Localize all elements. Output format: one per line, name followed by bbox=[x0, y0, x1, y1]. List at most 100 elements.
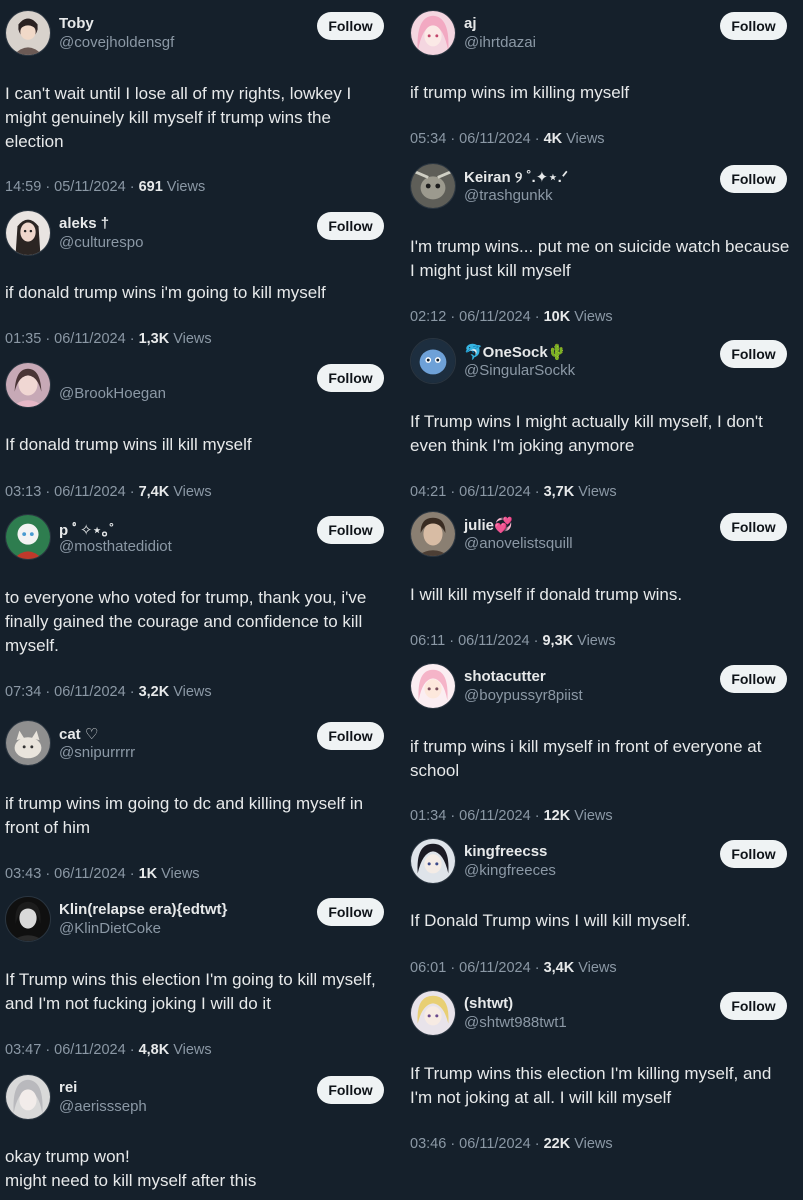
tweet-card[interactable]: aleks † @culturespo Follow if donald tru… bbox=[0, 210, 400, 355]
timestamp[interactable]: 03:46 · 06/11/2024 · bbox=[410, 1136, 540, 1152]
follow-button[interactable]: Follow bbox=[317, 516, 384, 544]
tweet-text: If Trump wins this election I'm going to… bbox=[5, 970, 376, 1013]
display-name[interactable]: p ﾟ✧⋆｡˚ bbox=[59, 519, 114, 540]
follow-button[interactable]: Follow bbox=[720, 513, 787, 541]
avatar[interactable] bbox=[410, 838, 456, 884]
views-label: Views bbox=[173, 484, 212, 500]
right-tweet-column: aj @ihrtdazai Follow if trump wins im ki… bbox=[405, 0, 803, 1200]
views-label: Views bbox=[578, 960, 617, 976]
follow-button[interactable]: Follow bbox=[720, 340, 787, 368]
tweet-text: if trump wins im going to dc and killing… bbox=[5, 794, 364, 837]
timestamp[interactable]: 01:35 · 06/11/2024 · bbox=[5, 331, 135, 347]
tweet-meta: 06:01 · 06/11/2024 · 3,4K Views bbox=[410, 960, 617, 976]
avatar[interactable] bbox=[410, 163, 456, 209]
tweet-card[interactable]: Keiran ୨ ˚.✦⋆.ᐟ @trashgunkk Follow I'm t… bbox=[405, 163, 803, 333]
views-label: Views bbox=[577, 633, 616, 649]
tweet-card[interactable]: shotacutter @boypussyr8piist Follow if t… bbox=[405, 663, 803, 833]
timestamp[interactable]: 07:34 · 06/11/2024 · bbox=[5, 684, 135, 700]
user-handle[interactable]: @ihrtdazai bbox=[464, 34, 536, 51]
user-handle[interactable]: @covejholdensgf bbox=[59, 34, 174, 51]
timestamp[interactable]: 05:34 · 06/11/2024 · bbox=[410, 131, 540, 147]
timestamp[interactable]: 14:59 · 05/11/2024 · bbox=[5, 179, 135, 195]
views-label: Views bbox=[578, 484, 617, 500]
avatar[interactable] bbox=[410, 10, 456, 56]
timestamp[interactable]: 06:11 · 06/11/2024 · bbox=[410, 633, 538, 649]
display-name[interactable]: Klin(relapse era){edtwt} bbox=[59, 901, 227, 918]
avatar[interactable] bbox=[5, 210, 51, 256]
user-handle[interactable]: @boypussyr8piist bbox=[464, 687, 583, 704]
tweet-card[interactable]: kingfreecss @kingfreeces Follow If Donal… bbox=[405, 838, 803, 983]
tweet-meta: 03:43 · 06/11/2024 · 1K Views bbox=[5, 866, 200, 882]
user-handle[interactable]: @aerissseph bbox=[59, 1098, 147, 1115]
avatar[interactable] bbox=[5, 514, 51, 560]
timestamp[interactable]: 04:21 · 06/11/2024 · bbox=[410, 484, 540, 500]
follow-button[interactable]: Follow bbox=[720, 665, 787, 693]
display-name[interactable]: Toby bbox=[59, 15, 94, 32]
views-label: Views bbox=[574, 309, 613, 325]
avatar[interactable] bbox=[410, 663, 456, 709]
user-handle[interactable]: @kingfreeces bbox=[464, 862, 556, 879]
follow-button[interactable]: Follow bbox=[317, 1076, 384, 1104]
display-name[interactable]: kingfreecss bbox=[464, 843, 547, 860]
follow-button[interactable]: Follow bbox=[317, 12, 384, 40]
follow-button[interactable]: Follow bbox=[317, 898, 384, 926]
avatar[interactable] bbox=[5, 10, 51, 56]
user-handle[interactable]: @BrookHoegan bbox=[59, 385, 166, 402]
display-name[interactable]: rei bbox=[59, 1079, 77, 1096]
tweet-card[interactable]: (shtwt) @shtwt988twt1 Follow If Trump wi… bbox=[405, 990, 803, 1160]
display-name[interactable]: aleks † bbox=[59, 215, 109, 232]
timestamp[interactable]: 03:43 · 06/11/2024 · bbox=[5, 866, 135, 882]
timestamp[interactable]: 03:13 · 06/11/2024 · bbox=[5, 484, 135, 500]
user-handle[interactable]: @snipurrrrr bbox=[59, 744, 135, 761]
display-name[interactable]: Keiran ୨ ˚.✦⋆.ᐟ bbox=[464, 168, 568, 186]
view-count: 1,3K bbox=[138, 331, 170, 347]
user-handle[interactable]: @trashgunkk bbox=[464, 187, 553, 204]
user-handle[interactable]: @shtwt988twt1 bbox=[464, 1014, 567, 1031]
tweet-card[interactable]: @BrookHoegan Follow If donald trump wins… bbox=[0, 362, 400, 507]
timestamp[interactable]: 06:01 · 06/11/2024 · bbox=[410, 960, 540, 976]
avatar[interactable] bbox=[410, 511, 456, 557]
tweet-card[interactable]: 🐬OneSock🌵 @SingularSockk Follow If Trump… bbox=[405, 338, 803, 508]
avatar[interactable] bbox=[5, 1074, 51, 1120]
tweet-card[interactable]: Toby @covejholdensgf Follow I can't wait… bbox=[0, 10, 400, 200]
follow-button[interactable]: Follow bbox=[317, 212, 384, 240]
user-handle[interactable]: @SingularSockk bbox=[464, 362, 575, 379]
tweet-meta: 06:11 · 06/11/2024 · 9,3K Views bbox=[410, 633, 616, 649]
follow-button[interactable]: Follow bbox=[317, 364, 384, 392]
tweet-text: I can't wait until I lose all of my righ… bbox=[5, 84, 352, 151]
tweet-text: if trump wins im killing myself bbox=[410, 83, 630, 102]
follow-button[interactable]: Follow bbox=[317, 722, 384, 750]
tweet-card[interactable]: p ﾟ✧⋆｡˚ @mosthatedidiot Follow to everyo… bbox=[0, 514, 400, 709]
user-handle[interactable]: @KlinDietCoke bbox=[59, 920, 161, 937]
avatar[interactable] bbox=[5, 362, 51, 408]
tweet-card[interactable]: julie💞 @anovelistsquill Follow I will ki… bbox=[405, 511, 803, 656]
avatar[interactable] bbox=[5, 896, 51, 942]
tweet-card[interactable]: Klin(relapse era){edtwt} @KlinDietCoke F… bbox=[0, 896, 400, 1066]
user-handle[interactable]: @culturespo bbox=[59, 234, 143, 251]
display-name[interactable]: cat ♡ bbox=[59, 725, 98, 743]
display-name[interactable]: 🐬OneSock🌵 bbox=[464, 343, 566, 361]
avatar[interactable] bbox=[410, 338, 456, 384]
views-label: Views bbox=[161, 866, 200, 882]
tweet-text: If Donald Trump wins I will kill myself. bbox=[410, 911, 691, 930]
tweet-card[interactable]: cat ♡ @snipurrrrr Follow if trump wins i… bbox=[0, 720, 400, 885]
follow-button[interactable]: Follow bbox=[720, 165, 787, 193]
follow-button[interactable]: Follow bbox=[720, 12, 787, 40]
follow-button[interactable]: Follow bbox=[720, 992, 787, 1020]
display-name[interactable]: julie💞 bbox=[464, 516, 513, 534]
timestamp[interactable]: 03:47 · 06/11/2024 · bbox=[5, 1042, 135, 1058]
follow-button[interactable]: Follow bbox=[720, 840, 787, 868]
display-name[interactable]: (shtwt) bbox=[464, 995, 513, 1012]
views-label: Views bbox=[173, 331, 212, 347]
tweet-card[interactable]: aj @ihrtdazai Follow if trump wins im ki… bbox=[405, 10, 803, 155]
tweet-card[interactable]: rei @aerissseph Follow okay trump won! m… bbox=[0, 1074, 400, 1200]
display-name[interactable]: aj bbox=[464, 15, 477, 32]
display-name[interactable]: shotacutter bbox=[464, 668, 546, 685]
user-handle[interactable]: @anovelistsquill bbox=[464, 535, 573, 552]
tweet-text: if donald trump wins i'm going to kill m… bbox=[5, 283, 326, 302]
user-handle[interactable]: @mosthatedidiot bbox=[59, 538, 172, 555]
timestamp[interactable]: 02:12 · 06/11/2024 · bbox=[410, 309, 540, 325]
timestamp[interactable]: 01:34 · 06/11/2024 · bbox=[410, 808, 540, 824]
avatar[interactable] bbox=[410, 990, 456, 1036]
avatar[interactable] bbox=[5, 720, 51, 766]
